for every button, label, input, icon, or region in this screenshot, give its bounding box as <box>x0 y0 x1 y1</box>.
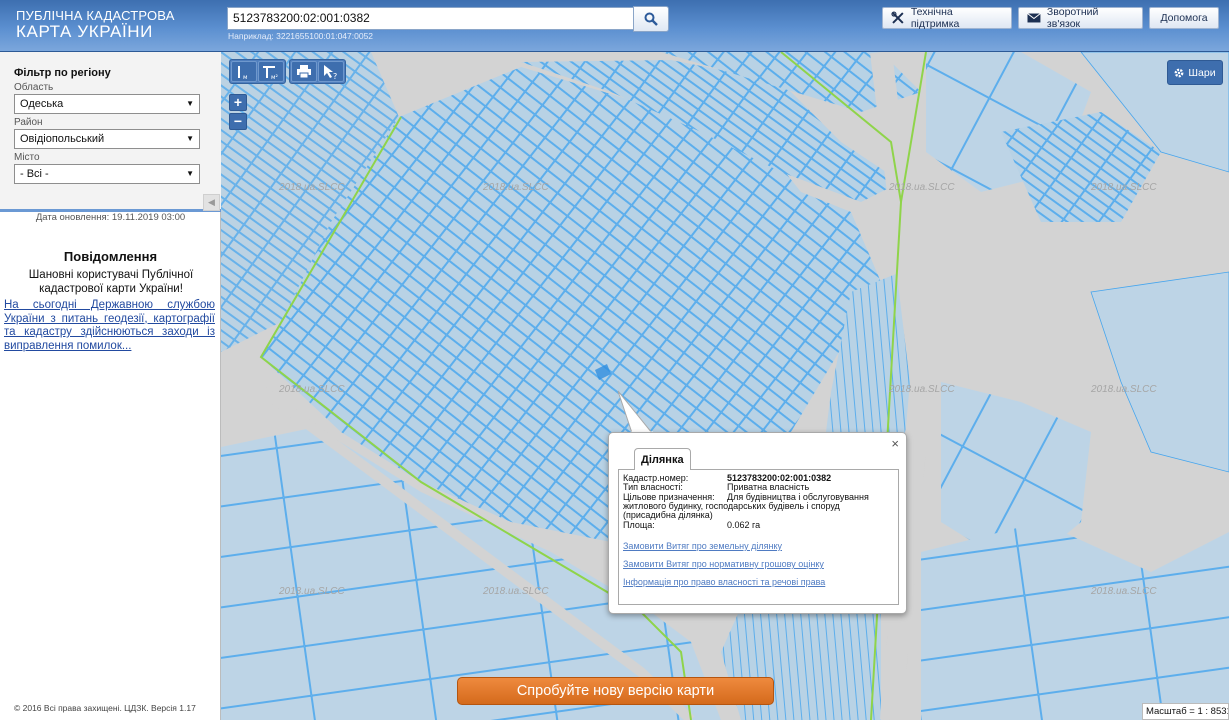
feedback-label: Зворотний зв'язок <box>1046 6 1099 30</box>
map-watermark: 2018.ua.SLCC <box>483 182 549 193</box>
map-watermark: 2018.ua.SLCC <box>483 586 549 597</box>
copyright: © 2016 Всі права захищені. ЦДЗК. Версія … <box>14 703 196 713</box>
map-watermark: 2018.ua.SLCC <box>1091 384 1157 395</box>
area-row: Площа: 0.062 га <box>623 520 897 531</box>
region-select-value: Одеська <box>20 98 64 110</box>
top-header: ПУБЛІЧНА КАДАСТРОВА КАРТА УКРАЇНИ 512378… <box>0 0 1229 52</box>
tools-icon <box>891 11 904 24</box>
map-watermark: 2018.ua.SLCC <box>889 182 955 193</box>
tech-support-label: Технічна підтримка <box>910 6 960 30</box>
notice-title: Повідомлення <box>63 249 158 264</box>
dropdown-arrow-icon: ▼ <box>186 99 194 108</box>
layers-button[interactable]: Шари <box>1167 60 1223 85</box>
new-version-button[interactable]: Спробуйте нову версію карти <box>457 677 774 705</box>
gear-icon <box>1175 68 1184 77</box>
identify-button[interactable]: ? <box>318 61 344 82</box>
area-key: Площа: <box>623 520 655 530</box>
print-button[interactable] <box>291 61 317 82</box>
measure-distance-button[interactable]: м <box>231 61 257 82</box>
layers-label: Шари <box>1188 66 1216 79</box>
logo-line1: ПУБЛІЧНА КАДАСТРОВА <box>16 8 175 23</box>
map-watermark: 2018.ua.SLCC <box>889 384 955 395</box>
city-select-value: - Всі - <box>20 168 49 180</box>
search-button[interactable] <box>633 6 669 32</box>
region-filter: Фільтр по регіону Область Одеська ▼ Райо… <box>0 52 221 212</box>
order-valuation-extract-link[interactable]: Замовити Витяг про нормативну грошову оц… <box>623 559 824 569</box>
measure-area-button[interactable]: м² <box>258 61 284 82</box>
parcel-info-popup: × Ділянка Кадастр.номер: 5123783200:02:0… <box>608 432 907 614</box>
district-select[interactable]: Овідіопольський ▼ <box>14 129 200 149</box>
help-label: Допомога <box>1160 12 1208 24</box>
search-hint: Наприклад: 3221655100:01:047:0052 <box>228 31 374 41</box>
area-value: 0.062 га <box>727 520 761 530</box>
search-icon <box>644 12 658 26</box>
notice-link[interactable]: На сьогодні Державною службою України з … <box>4 299 215 353</box>
zoom-in-button[interactable]: + <box>229 94 247 111</box>
dropdown-arrow-icon: ▼ <box>186 134 194 143</box>
map-canvas[interactable]: 2018.ua.SLCC 2018.ua.SLCC 2018.ua.SLCC 2… <box>221 52 1229 720</box>
region-select[interactable]: Одеська ▼ <box>14 94 200 114</box>
printer-icon <box>297 65 311 78</box>
dropdown-arrow-icon: ▼ <box>186 169 194 178</box>
cadastral-search-input[interactable]: 5123783200:02:001:0382 <box>227 7 634 30</box>
collapse-panel-button[interactable]: ◀ <box>203 194 220 211</box>
order-land-extract-link[interactable]: Замовити Витяг про земельну ділянку <box>623 541 782 551</box>
envelope-icon <box>1027 13 1041 23</box>
svg-text:м: м <box>243 74 248 80</box>
popup-pointer <box>617 390 654 435</box>
filter-title: Фільтр по регіону <box>14 67 111 79</box>
map-watermark: 2018.ua.SLCC <box>279 586 345 597</box>
map-watermark: 2018.ua.SLCC <box>1091 586 1157 597</box>
region-label: Область <box>14 82 54 93</box>
close-icon[interactable]: × <box>891 436 899 451</box>
help-button[interactable]: Допомога <box>1149 7 1219 29</box>
area-ruler-icon: м² <box>263 65 279 80</box>
update-date: Дата оновлення: 19.11.2019 03:00 <box>35 212 186 223</box>
map-watermark: 2018.ua.SLCC <box>1091 182 1157 193</box>
site-logo[interactable]: ПУБЛІЧНА КАДАСТРОВА КАРТА УКРАЇНИ <box>16 9 175 40</box>
cursor-question-icon: ? <box>324 65 337 79</box>
cadastral-map <box>221 52 1229 720</box>
district-select-value: Овідіопольський <box>20 133 105 145</box>
city-label: Місто <box>14 152 40 163</box>
info-toolbar: ? <box>289 59 346 84</box>
logo-line2: КАРТА УКРАЇНИ <box>16 22 153 41</box>
map-watermark: 2018.ua.SLCC <box>279 384 345 395</box>
measure-toolbar: м м² <box>229 59 286 84</box>
svg-text:м²: м² <box>271 74 279 80</box>
notice-text: Шановні користувачі Публічної кадастрово… <box>28 269 194 295</box>
district-label: Район <box>14 117 43 128</box>
purpose-value-line3: (присадибна ділянка) <box>623 510 713 520</box>
map-watermark: 2018.ua.SLCC <box>279 182 345 193</box>
left-panel: Фільтр по регіону Область Одеська ▼ Райо… <box>0 52 221 720</box>
svg-text:?: ? <box>333 72 337 79</box>
zoom-out-button[interactable]: − <box>229 113 247 130</box>
feedback-button[interactable]: Зворотний зв'язок <box>1018 6 1143 30</box>
scale-readout: Масштаб = 1 : 8531 <box>1142 703 1229 720</box>
tab-parcel[interactable]: Ділянка <box>634 448 691 470</box>
ruler-icon: м <box>238 65 248 80</box>
city-select[interactable]: - Всі - ▼ <box>14 164 200 184</box>
popup-body: Кадастр.номер: 5123783200:02:001:0382 Ти… <box>618 469 899 605</box>
ownership-info-link[interactable]: Інформація про право власності та речові… <box>623 577 825 587</box>
tech-support-button[interactable]: Технічна підтримка <box>882 6 1012 30</box>
